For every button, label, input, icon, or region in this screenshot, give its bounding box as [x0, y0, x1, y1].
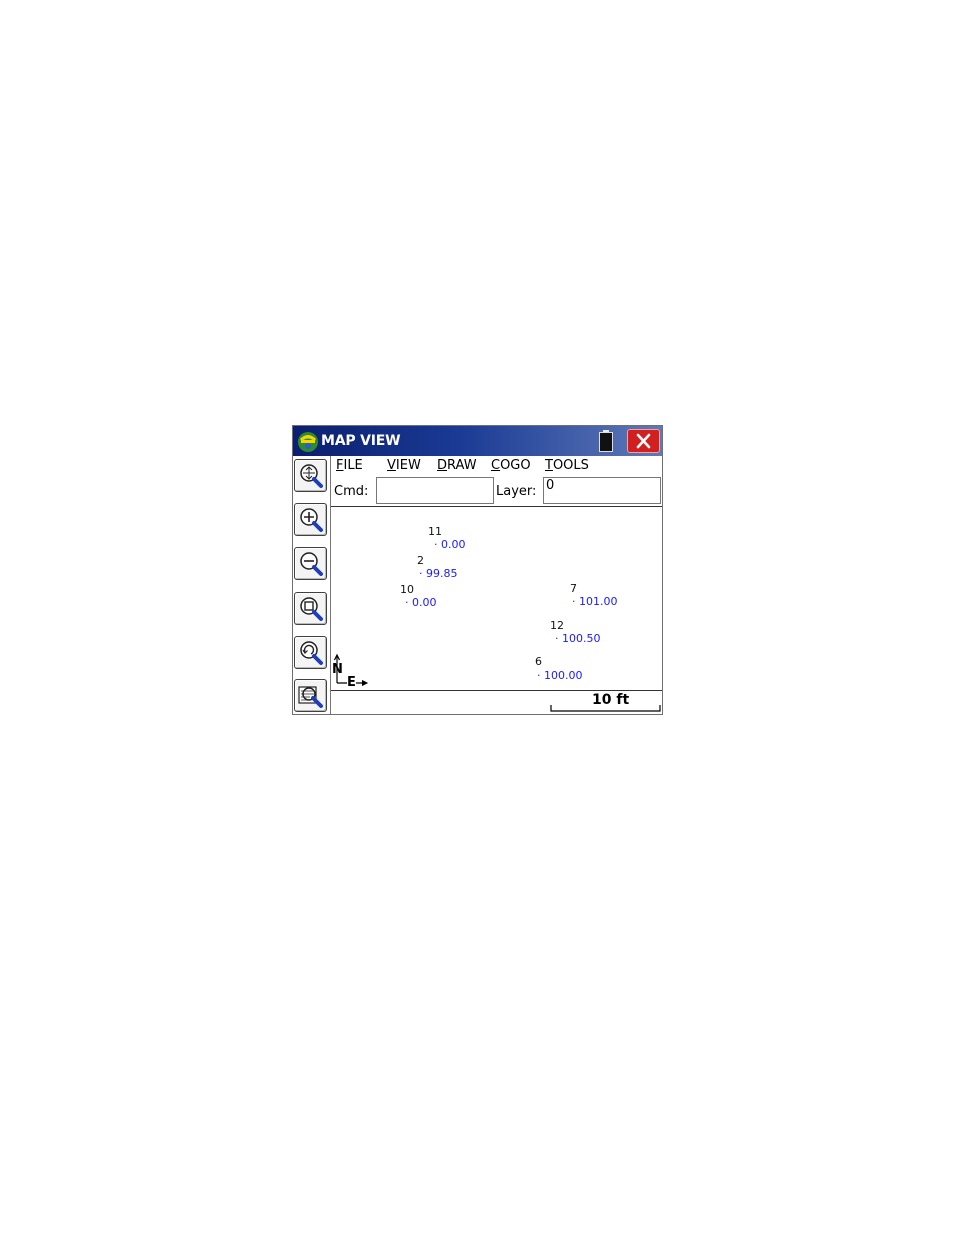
menu-tools[interactable]: TOOLS [545, 458, 589, 474]
map-bottom-divider [331, 690, 662, 691]
title-bar: MAP VIEW [293, 426, 662, 456]
menu-file[interactable]: FILE [336, 458, 363, 474]
zoom-in-icon [300, 508, 323, 532]
point-elevation[interactable]: · 0.00 [434, 538, 466, 551]
point-number: 2 [417, 554, 424, 567]
zoom-window-button[interactable] [294, 592, 327, 625]
zoom-out-button[interactable] [294, 547, 327, 580]
east-label: E [347, 675, 356, 690]
point-elevation[interactable]: · 99.85 [419, 567, 458, 580]
menu-cogo[interactable]: COGO [491, 458, 531, 474]
menu-bar: FILE VIEW DRAW COGO TOOLS [331, 456, 662, 476]
point-number: 12 [550, 619, 564, 632]
point-number: 7 [570, 582, 577, 595]
scale-label: 10 ft [592, 692, 630, 708]
point-elevation[interactable]: · 100.00 [537, 669, 583, 682]
app-logo-icon [298, 432, 318, 452]
zoom-extents-button[interactable] [294, 459, 327, 492]
map-view-window: MAP VIEW FILE VIEW DRAW COGO TOOLS Cmd: … [292, 425, 663, 715]
battery-icon [599, 430, 613, 452]
zoom-previous-button[interactable] [294, 636, 327, 669]
zoom-all-icon [298, 686, 323, 708]
point-number: 6 [535, 655, 542, 668]
zoom-all-button[interactable] [294, 679, 327, 712]
point-number: 11 [428, 525, 442, 538]
close-button[interactable] [627, 429, 660, 453]
zoom-extents-icon [300, 464, 323, 488]
zoom-in-button[interactable] [294, 503, 327, 536]
close-icon [636, 433, 651, 449]
zoom-previous-icon [300, 641, 323, 665]
point-elevation[interactable]: · 101.00 [572, 595, 618, 608]
window-title: MAP VIEW [321, 433, 401, 449]
north-label: N [332, 662, 343, 677]
point-number: 10 [400, 583, 414, 596]
map-canvas[interactable]: 11 · 0.00 2 · 99.85 10 · 0.00 7 · 101.00… [331, 507, 662, 690]
menu-view[interactable]: VIEW [387, 458, 421, 474]
point-elevation[interactable]: · 100.50 [555, 632, 601, 645]
command-row: Cmd: Layer: 0 [331, 476, 662, 506]
zoom-out-icon [300, 552, 323, 576]
cmd-input[interactable] [376, 477, 494, 504]
menu-draw[interactable]: DRAW [437, 458, 477, 474]
zoom-window-icon [300, 597, 323, 621]
layer-input[interactable]: 0 [543, 477, 661, 504]
cmd-label: Cmd: [334, 484, 369, 499]
layer-label: Layer: [496, 484, 537, 499]
point-elevation[interactable]: · 0.00 [405, 596, 437, 609]
zoom-toolbar [293, 456, 331, 714]
